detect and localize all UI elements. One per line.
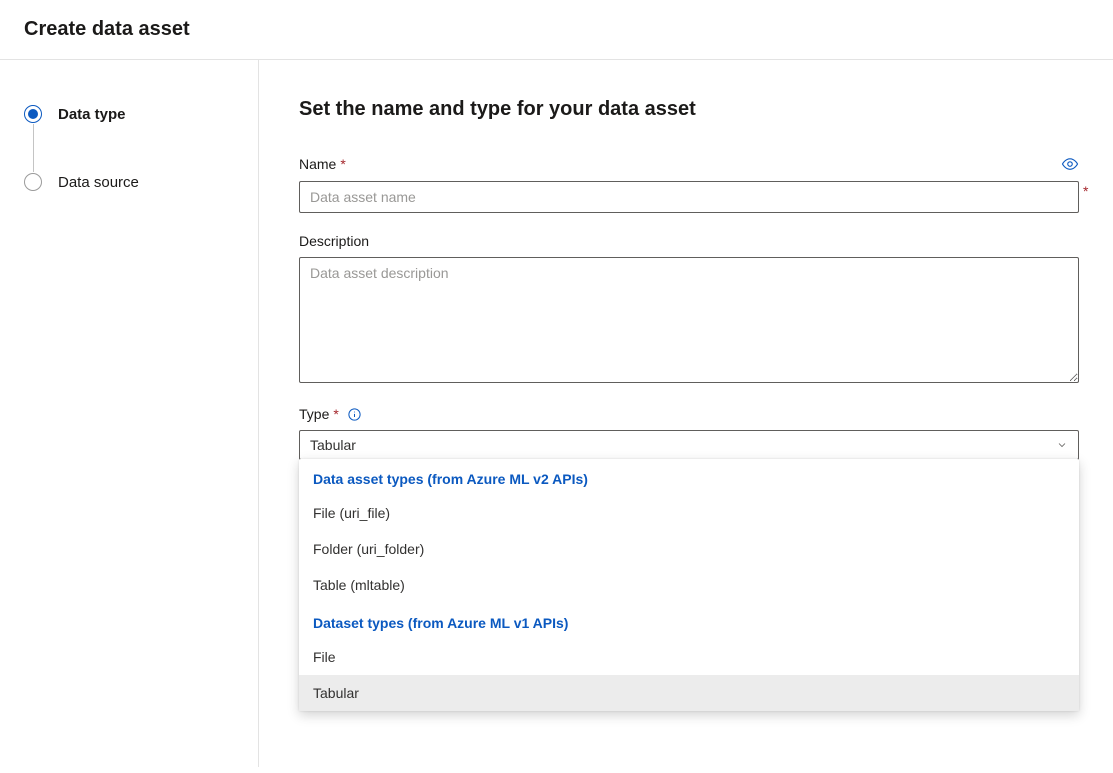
required-mark: * (333, 406, 338, 422)
type-label: Type * (299, 406, 1093, 422)
field-type: Type * Tabular (299, 406, 1093, 460)
wizard-sidebar: Data type Data source (0, 60, 259, 767)
field-description: Description (299, 233, 1093, 386)
required-mark: * (1083, 183, 1088, 199)
dropdown-group-header: Data asset types (from Azure ML v2 APIs) (299, 459, 1079, 495)
step-connector (33, 124, 34, 172)
dropdown-item-mltable[interactable]: Table (mltable) (299, 567, 1079, 603)
info-icon[interactable] (347, 407, 362, 422)
field-name: Name * * (299, 155, 1093, 213)
dropdown-group-header: Dataset types (from Azure ML v1 APIs) (299, 603, 1079, 639)
type-select-wrap: Tabular Data asset types (from Azure ML … (299, 430, 1079, 460)
description-label: Description (299, 233, 1093, 249)
dropdown-item-uri-file[interactable]: File (uri_file) (299, 495, 1079, 531)
page-header: Create data asset (0, 0, 1113, 59)
chevron-down-icon (1056, 439, 1068, 451)
type-select[interactable]: Tabular (299, 430, 1079, 460)
step-data-source[interactable]: Data source (24, 172, 258, 192)
dropdown-item-tabular[interactable]: Tabular (299, 675, 1079, 711)
step-indicator-inactive-icon (24, 173, 42, 191)
type-dropdown-panel: Data asset types (from Azure ML v2 APIs)… (299, 459, 1079, 711)
type-selected-value: Tabular (310, 437, 356, 453)
dropdown-item-file[interactable]: File (299, 639, 1079, 675)
dropdown-item-uri-folder[interactable]: Folder (uri_folder) (299, 531, 1079, 567)
page-body: Data type Data source Set the name and t… (0, 60, 1113, 767)
preview-icon[interactable] (1061, 155, 1079, 173)
required-mark: * (340, 156, 345, 172)
step-data-type[interactable]: Data type (24, 104, 258, 124)
step-indicator-active-icon (24, 105, 42, 123)
step-label: Data source (58, 174, 139, 191)
form-heading: Set the name and type for your data asse… (299, 98, 1093, 121)
page-title: Create data asset (24, 18, 1089, 41)
description-input[interactable] (299, 257, 1079, 383)
name-label: Name * (299, 156, 346, 172)
step-label: Data type (58, 106, 126, 123)
name-input[interactable] (299, 181, 1079, 213)
form-panel: Set the name and type for your data asse… (259, 60, 1113, 767)
